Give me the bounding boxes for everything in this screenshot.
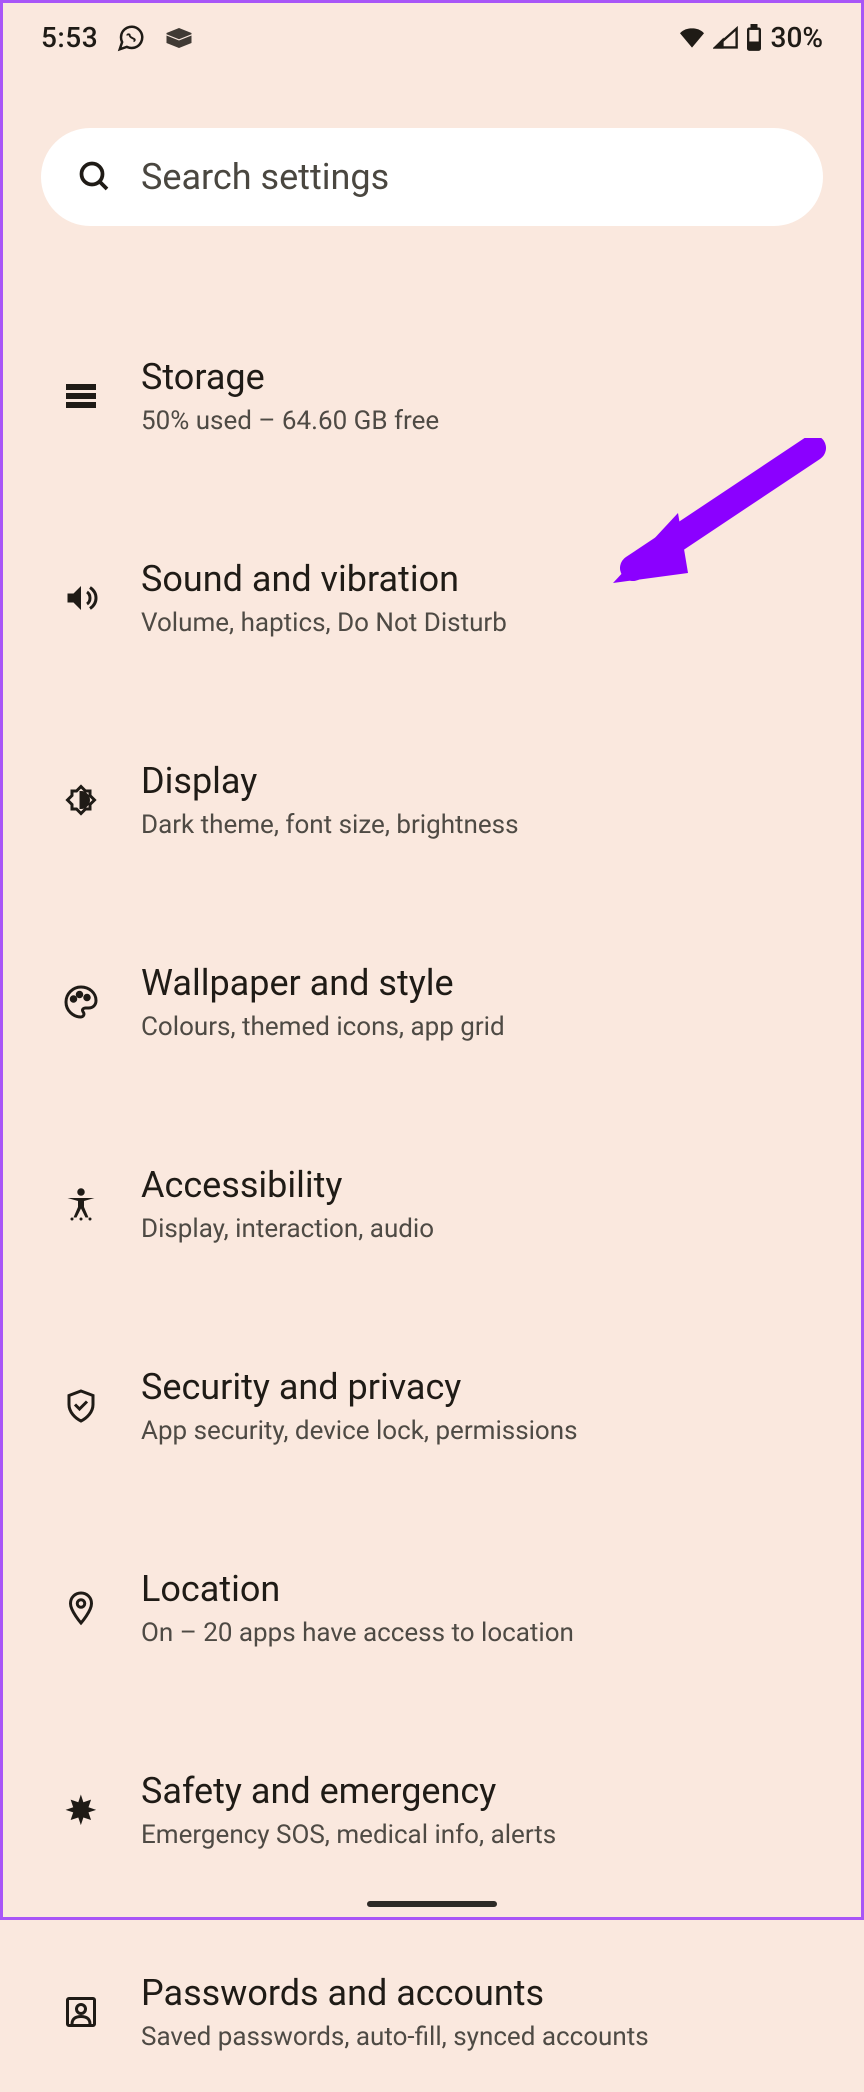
settings-title: Security and privacy bbox=[141, 1366, 803, 1408]
settings-item-display[interactable]: Display Dark theme, font size, brightnes… bbox=[41, 720, 823, 880]
storage-icon bbox=[61, 376, 101, 416]
settings-title: Display bbox=[141, 760, 803, 802]
settings-text: Display Dark theme, font size, brightnes… bbox=[141, 760, 803, 840]
search-bar[interactable]: Search settings bbox=[41, 128, 823, 226]
sound-icon bbox=[61, 578, 101, 618]
settings-text: Wallpaper and style Colours, themed icon… bbox=[141, 962, 803, 1042]
account-box-icon bbox=[61, 1992, 101, 2032]
settings-subtitle: Emergency SOS, medical info, alerts bbox=[141, 1820, 803, 1850]
settings-list: Storage 50% used – 64.60 GB free Sound a… bbox=[3, 316, 861, 2092]
settings-title: Safety and emergency bbox=[141, 1770, 803, 1812]
package-icon bbox=[164, 25, 194, 51]
settings-subtitle: Volume, haptics, Do Not Disturb bbox=[141, 608, 803, 638]
settings-item-wallpaper[interactable]: Wallpaper and style Colours, themed icon… bbox=[41, 922, 823, 1082]
accessibility-icon bbox=[61, 1184, 101, 1224]
settings-subtitle: Saved passwords, auto-fill, synced accou… bbox=[141, 2022, 803, 2052]
settings-subtitle: Dark theme, font size, brightness bbox=[141, 810, 803, 840]
signal-icon bbox=[713, 26, 739, 50]
settings-text: Accessibility Display, interaction, audi… bbox=[141, 1164, 803, 1244]
shield-icon bbox=[61, 1386, 101, 1426]
settings-text: Safety and emergency Emergency SOS, medi… bbox=[141, 1770, 803, 1850]
settings-subtitle: Colours, themed icons, app grid bbox=[141, 1012, 803, 1042]
status-time: 5:53 bbox=[41, 21, 98, 54]
settings-item-security[interactable]: Security and privacy App security, devic… bbox=[41, 1326, 823, 1486]
settings-text: Security and privacy App security, devic… bbox=[141, 1366, 803, 1446]
settings-item-accessibility[interactable]: Accessibility Display, interaction, audi… bbox=[41, 1124, 823, 1284]
settings-item-location[interactable]: Location On – 20 apps have access to loc… bbox=[41, 1528, 823, 1688]
status-bar: 5:53 bbox=[3, 3, 861, 72]
settings-title: Wallpaper and style bbox=[141, 962, 803, 1004]
settings-title: Sound and vibration bbox=[141, 558, 803, 600]
display-icon bbox=[61, 780, 101, 820]
whatsapp-icon bbox=[116, 23, 146, 53]
settings-title: Accessibility bbox=[141, 1164, 803, 1206]
settings-item-passwords[interactable]: Passwords and accounts Saved passwords, … bbox=[41, 1932, 823, 2092]
settings-subtitle: 50% used – 64.60 GB free bbox=[141, 406, 803, 436]
settings-item-storage[interactable]: Storage 50% used – 64.60 GB free bbox=[41, 316, 823, 476]
battery-icon bbox=[745, 24, 763, 52]
settings-subtitle: Display, interaction, audio bbox=[141, 1214, 803, 1244]
settings-text: Sound and vibration Volume, haptics, Do … bbox=[141, 558, 803, 638]
settings-subtitle: On – 20 apps have access to location bbox=[141, 1618, 803, 1648]
search-icon bbox=[77, 159, 113, 195]
settings-title: Location bbox=[141, 1568, 803, 1610]
battery-percent: 30% bbox=[771, 21, 823, 54]
settings-text: Location On – 20 apps have access to loc… bbox=[141, 1568, 803, 1648]
medical-icon bbox=[61, 1790, 101, 1830]
wifi-icon bbox=[677, 26, 707, 50]
settings-item-sound[interactable]: Sound and vibration Volume, haptics, Do … bbox=[41, 518, 823, 678]
settings-text: Passwords and accounts Saved passwords, … bbox=[141, 1972, 803, 2052]
palette-icon bbox=[61, 982, 101, 1022]
nav-indicator[interactable] bbox=[367, 1901, 497, 1907]
status-bar-left: 5:53 bbox=[41, 21, 194, 54]
settings-title: Storage bbox=[141, 356, 803, 398]
search-placeholder: Search settings bbox=[141, 156, 389, 198]
status-bar-right: 30% bbox=[677, 21, 823, 54]
location-icon bbox=[61, 1588, 101, 1628]
settings-item-safety[interactable]: Safety and emergency Emergency SOS, medi… bbox=[41, 1730, 823, 1890]
settings-text: Storage 50% used – 64.60 GB free bbox=[141, 356, 803, 436]
settings-title: Passwords and accounts bbox=[141, 1972, 803, 2014]
settings-subtitle: App security, device lock, permissions bbox=[141, 1416, 803, 1446]
search-container: Search settings bbox=[41, 128, 823, 226]
